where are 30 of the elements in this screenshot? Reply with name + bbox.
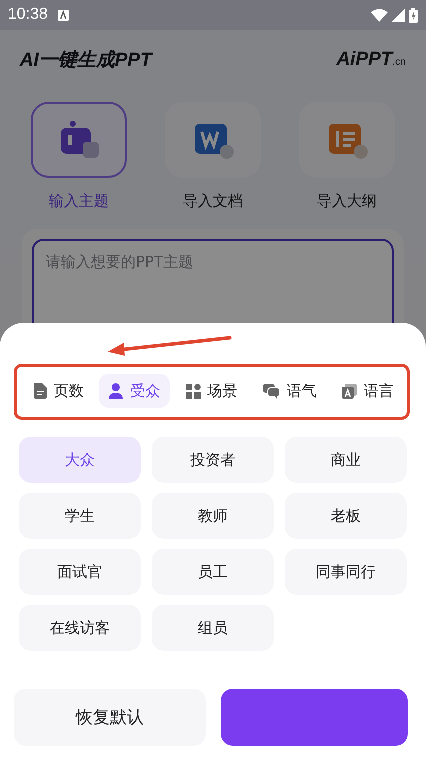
audience-option[interactable]: 在线访客 (19, 605, 141, 651)
audience-option[interactable]: 大众 (19, 437, 141, 483)
reset-button[interactable]: 恢复默认 (14, 689, 206, 746)
document-icon (34, 383, 47, 399)
battery-icon (409, 8, 418, 22)
settings-tab[interactable]: 场景 (176, 374, 248, 408)
audience-option[interactable]: 面试官 (19, 549, 141, 595)
status-time: 10:38 (8, 6, 48, 24)
wifi-icon (371, 8, 388, 22)
app-title: AI一键生成PPT (20, 49, 152, 73)
confirm-button[interactable] (221, 689, 408, 746)
brand-logo: AiPPT.cn (336, 49, 406, 71)
notification-icon (58, 10, 70, 20)
chat-icon (262, 384, 280, 398)
audience-option[interactable]: 员工 (152, 549, 274, 595)
settings-tab[interactable]: 受众 (99, 374, 170, 408)
language-icon (342, 384, 357, 398)
person-icon (109, 383, 124, 399)
audience-option[interactable]: 同事同行 (285, 549, 407, 595)
audience-option[interactable]: 投资者 (152, 437, 274, 483)
audience-option[interactable]: 学生 (19, 493, 141, 539)
settings-tab[interactable]: 语言 (332, 374, 404, 408)
signal-icon (392, 8, 405, 22)
settings-tab[interactable]: 语气 (252, 374, 327, 408)
settings-tab[interactable]: 页数 (24, 374, 94, 408)
audience-option[interactable]: 组员 (152, 605, 274, 651)
audience-option[interactable]: 老板 (285, 493, 407, 539)
audience-option[interactable]: 教师 (152, 493, 274, 539)
grid-icon (186, 384, 200, 398)
audience-option[interactable]: 商业 (285, 437, 407, 483)
